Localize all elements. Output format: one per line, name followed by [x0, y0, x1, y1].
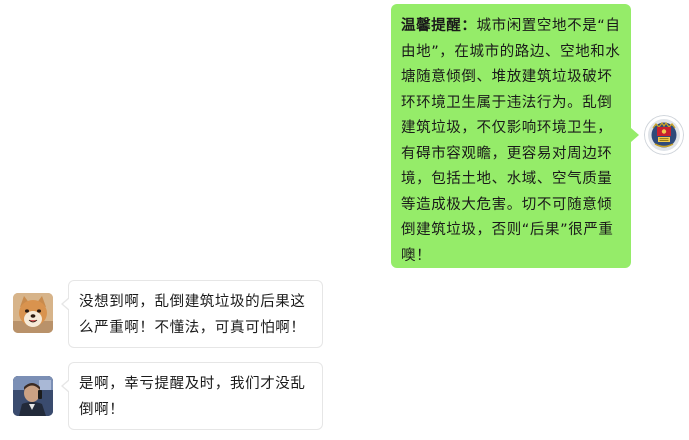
man-phone-avatar[interactable] — [13, 376, 53, 416]
message-text: 是啊，幸亏提醒及时，我们才没乱倒啊！ — [79, 376, 306, 418]
message-bubble-outgoing[interactable]: 温馨提醒：城市闲置空地不是“自由地”，在城市的路边、空地和水塘随意倾倒、堆放建筑… — [391, 4, 639, 268]
chat-view: 温馨提醒：城市闲置空地不是“自由地”，在城市的路边、空地和水塘随意倾倒、堆放建筑… — [0, 0, 689, 440]
police-emblem-icon[interactable] — [644, 115, 684, 155]
message-text: 城市闲置空地不是“自由地”，在城市的路边、空地和水塘随意倾倒、堆放建筑垃圾破坏环… — [401, 18, 621, 264]
shiba-dog-avatar[interactable] — [13, 293, 53, 333]
message-text: 没想到啊，乱倒建筑垃圾的后果这么严重啊！不懂法，可真可怕啊！ — [79, 294, 306, 336]
message-bubble-incoming[interactable]: 是啊，幸亏提醒及时，我们才没乱倒啊！ — [61, 362, 323, 430]
message-bold-prefix: 温馨提醒： — [401, 18, 477, 34]
message-bubble-incoming[interactable]: 没想到啊，乱倒建筑垃圾的后果这么严重啊！不懂法，可真可怕啊！ — [61, 280, 323, 348]
